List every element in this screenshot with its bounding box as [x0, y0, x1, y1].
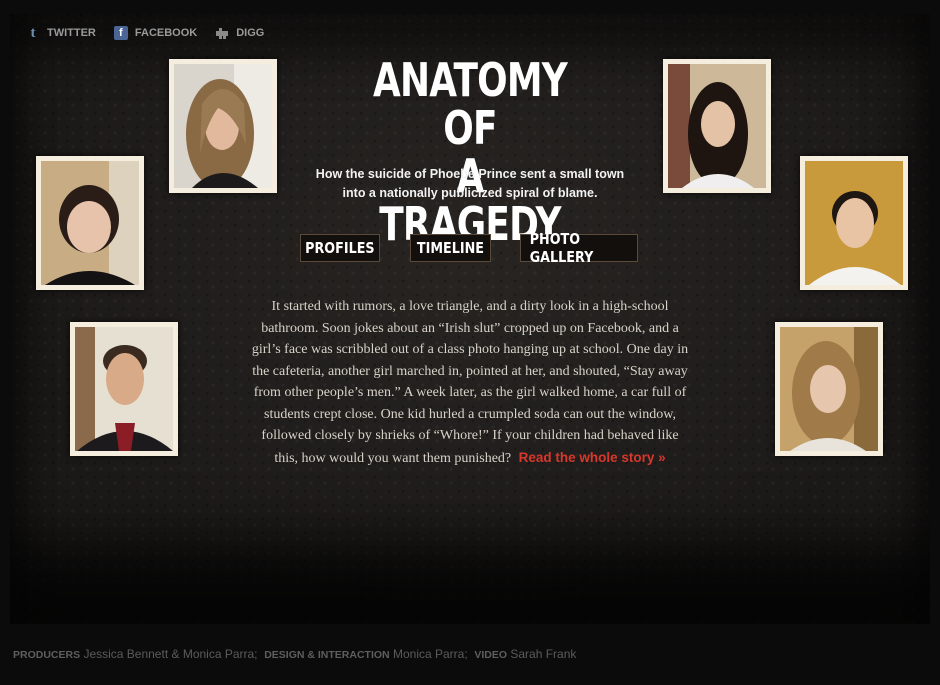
title-line-1: ANATOMY OF	[372, 53, 568, 155]
facebook-icon: f	[113, 26, 128, 40]
twitter-label: TWITTER	[47, 27, 96, 39]
story-text: It started with rumors, a love triangle,…	[251, 299, 689, 466]
profiles-label: PROFILES	[305, 239, 375, 257]
profile-photo-1[interactable]	[169, 59, 277, 193]
producers-label: PRODUCERS	[13, 649, 81, 661]
timeline-label: TIMELINE	[416, 239, 485, 257]
video-label: VIDEO	[474, 649, 508, 661]
profile-photo-3[interactable]	[36, 156, 144, 290]
profile-photo-2[interactable]	[663, 59, 771, 193]
facebook-share-link[interactable]: f FACEBOOK	[113, 26, 198, 40]
profile-photo-4[interactable]	[800, 156, 908, 290]
profiles-button[interactable]: PROFILES	[300, 234, 380, 262]
twitter-icon: t	[30, 24, 36, 41]
digg-share-link[interactable]: DIGG	[215, 26, 264, 40]
digg-label: DIGG	[236, 27, 265, 39]
profile-photo-5[interactable]	[70, 322, 178, 456]
page-title: ANATOMY OF A TRAGEDY	[361, 56, 579, 248]
profile-photo-6[interactable]	[775, 322, 883, 456]
design-label: DESIGN & INTERACTION	[264, 649, 390, 661]
twitter-share-link[interactable]: t TWITTER	[26, 24, 96, 41]
subtitle-line-1: How the suicide of Phoebe Prince sent a …	[315, 167, 625, 181]
timeline-button[interactable]: TIMELINE	[410, 234, 491, 262]
photo-gallery-label: PHOTO GALLERY	[529, 230, 594, 266]
facebook-label: FACEBOOK	[134, 27, 198, 39]
page-subtitle: How the suicide of Phoebe Prince sent a …	[300, 165, 640, 203]
photo-gallery-button[interactable]: PHOTO GALLERY	[520, 230, 638, 266]
credits-line: PRODUCERS Jessica Bennett & Monica Parra…	[13, 647, 576, 661]
video-names: Sarah Frank	[510, 647, 577, 661]
subtitle-line-2: into a nationally publicized spiral of b…	[342, 186, 598, 200]
share-bar: t TWITTER f FACEBOOK DIGG	[26, 24, 265, 41]
story-intro: It started with rumors, a love triangle,…	[250, 296, 690, 469]
read-story-link[interactable]: Read the whole story »	[519, 450, 666, 465]
producers-names: Jessica Bennett & Monica Parra;	[83, 647, 258, 661]
design-names: Monica Parra;	[392, 647, 468, 661]
digg-icon	[215, 26, 229, 40]
